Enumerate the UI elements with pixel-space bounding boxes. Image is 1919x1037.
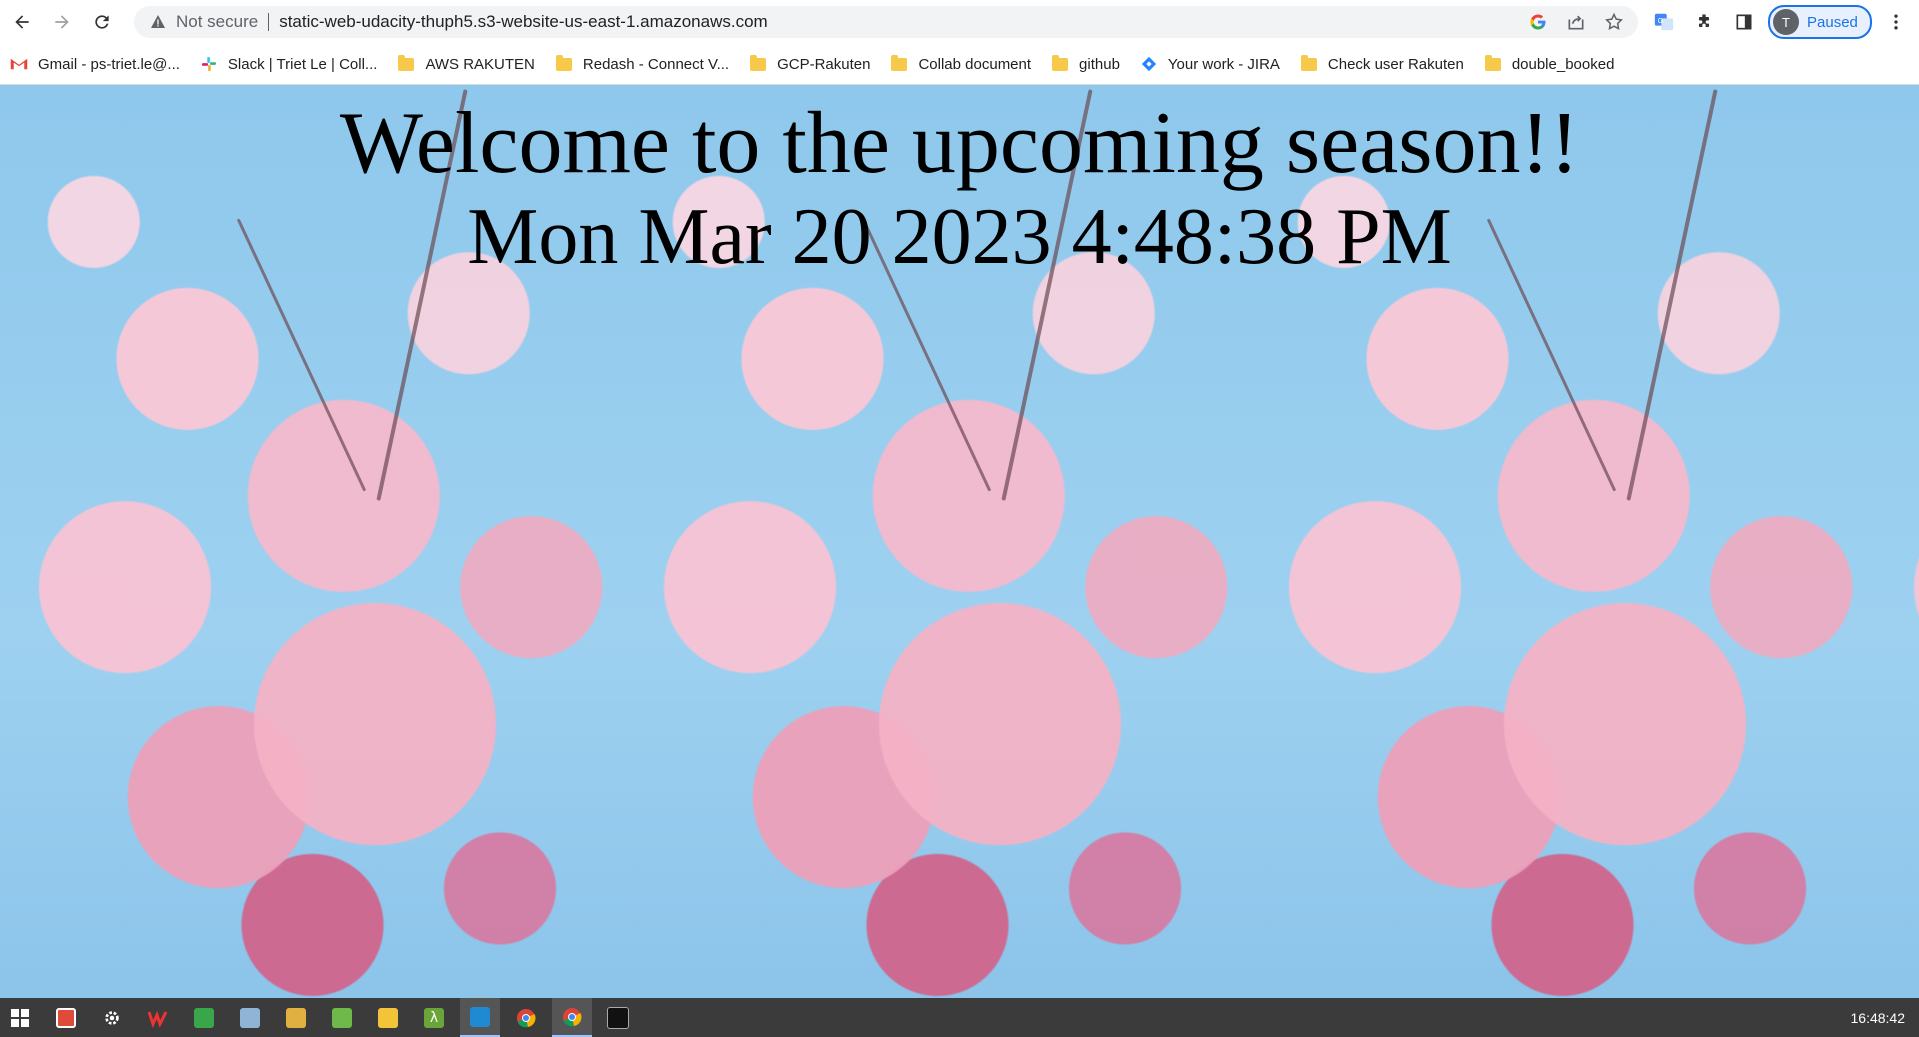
bookmark-label: github: [1079, 55, 1120, 73]
star-icon[interactable]: [1602, 10, 1626, 34]
arrow-right-icon: [55, 15, 69, 29]
current-datetime: Mon Mar 20 2023 4:48:38 PM: [467, 193, 1452, 281]
arrow-left-icon: [15, 15, 29, 29]
folder-icon: [1300, 54, 1318, 73]
red-app-icon[interactable]: [46, 998, 86, 1037]
profile-button[interactable]: T Paused: [1768, 5, 1872, 39]
jira-icon: [1140, 55, 1158, 73]
chrome-icon[interactable]: [506, 998, 546, 1037]
bookmarks-bar: Gmail - ps-triet.le@... Slack | Triet Le…: [0, 44, 1919, 85]
reload-button[interactable]: [84, 4, 120, 40]
profile-status: Paused: [1807, 13, 1858, 31]
bookmark-label: Slack | Triet Le | Coll...: [227, 55, 378, 73]
remote-icon[interactable]: [230, 998, 270, 1037]
back-button[interactable]: [4, 4, 40, 40]
bookmark-label: Gmail - ps-triet.le@...: [38, 55, 180, 73]
security-label[interactable]: Not secure: [176, 12, 258, 32]
gear-icon[interactable]: [92, 998, 132, 1037]
avatar: T: [1773, 9, 1799, 35]
folder-icon: [397, 54, 415, 73]
green-app-icon[interactable]: [184, 998, 224, 1037]
bookmark-label: GCP-Rakuten: [777, 55, 871, 73]
lambda-icon[interactable]: λ: [414, 998, 454, 1037]
bookmark-label: AWS RAKUTEN: [425, 55, 535, 73]
translate-icon[interactable]: G: [1648, 6, 1680, 38]
bookmark-label: Redash - Connect V...: [582, 55, 730, 73]
omnibox-divider: [268, 13, 270, 31]
chrome-icon[interactable]: [552, 998, 592, 1037]
folder-icon: [1051, 54, 1069, 73]
slack-icon: [200, 55, 218, 73]
bookmark-jira[interactable]: Your work - JIRA: [1130, 50, 1290, 78]
page-title: Welcome to the upcoming season!!: [339, 95, 1580, 192]
notepad-icon[interactable]: [322, 998, 362, 1037]
side-panel-icon[interactable]: [1728, 6, 1760, 38]
taskbar: λ 16:48:42: [0, 998, 1919, 1037]
page-viewport[interactable]: Welcome to the upcoming season!! Mon Mar…: [0, 85, 1919, 998]
bookmark-folder-aws[interactable]: AWS RAKUTEN: [387, 50, 544, 78]
reload-icon: [95, 15, 109, 29]
toolbar-right: G T Paused: [1648, 4, 1912, 40]
bookmark-folder-github[interactable]: github: [1041, 50, 1130, 78]
gmail-icon: [10, 55, 28, 73]
url-text[interactable]: static-web-udacity-thuph5.s3-website-us-…: [279, 12, 767, 32]
forward-button[interactable]: [44, 4, 80, 40]
omnibox-actions: [1526, 6, 1626, 38]
bookmark-folder-check-user[interactable]: Check user Rakuten: [1290, 50, 1474, 78]
folder-icon: [749, 54, 767, 73]
terminal-icon[interactable]: [598, 998, 638, 1037]
bookmark-folder-collab[interactable]: Collab document: [880, 50, 1041, 78]
bookmark-label: double_booked: [1511, 55, 1615, 73]
google-icon[interactable]: [1526, 10, 1550, 34]
wps-icon[interactable]: [138, 998, 178, 1037]
bookmark-folder-double-booked[interactable]: double_booked: [1474, 50, 1625, 78]
svg-text:G: G: [1658, 16, 1664, 25]
bookmark-folder-gcp[interactable]: GCP-Rakuten: [739, 50, 880, 78]
browser-toolbar: Not secure static-web-udacity-thuph5.s3-…: [0, 0, 1919, 44]
extensions-icon[interactable]: [1688, 6, 1720, 38]
file-explorer-icon[interactable]: [368, 998, 408, 1037]
windows-start-icon[interactable]: [0, 998, 40, 1037]
folder-icon: [555, 54, 573, 73]
folder-icon: [890, 54, 908, 73]
warning-icon: [150, 14, 166, 30]
bookmark-gmail[interactable]: Gmail - ps-triet.le@...: [0, 50, 190, 78]
share-icon[interactable]: [1564, 10, 1588, 34]
vscode-icon[interactable]: [460, 998, 500, 1037]
explorer-drive-icon[interactable]: [276, 998, 316, 1037]
bookmark-folder-redash[interactable]: Redash - Connect V...: [545, 50, 739, 78]
taskbar-clock[interactable]: 16:48:42: [1851, 998, 1906, 1037]
menu-icon[interactable]: [1880, 6, 1912, 38]
bookmark-label: Collab document: [918, 55, 1032, 73]
bookmark-slack[interactable]: Slack | Triet Le | Coll...: [190, 50, 388, 78]
folder-icon: [1484, 54, 1502, 73]
address-bar[interactable]: Not secure static-web-udacity-thuph5.s3-…: [134, 6, 1638, 38]
bookmark-label: Check user Rakuten: [1327, 55, 1464, 73]
bookmark-label: Your work - JIRA: [1167, 55, 1280, 73]
